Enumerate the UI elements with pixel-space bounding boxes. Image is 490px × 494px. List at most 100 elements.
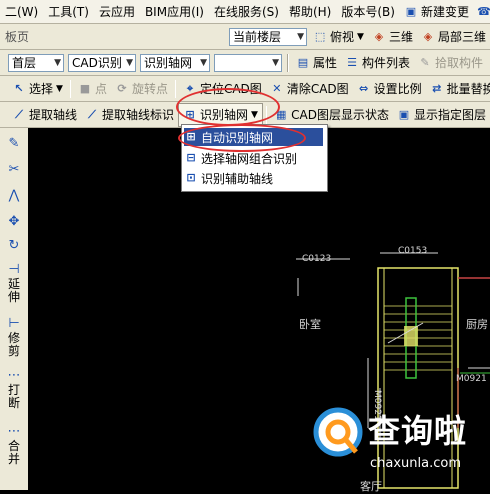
annotation-oval [176, 88, 280, 126]
menu-item-label: 识别辅助轴线 [201, 171, 274, 186]
merge-button[interactable]: 合并 [7, 440, 21, 466]
menu-item-cloud[interactable]: 云应用 [94, 1, 140, 23]
new-change-icon: ▣ [405, 4, 417, 18]
set-scale-button[interactable]: ⇔ 设置比例 [353, 78, 426, 100]
chevron-down-icon: ▼ [272, 57, 279, 68]
toolbar-separator [174, 79, 176, 98]
top-view-button[interactable]: ⬚ 俯视 ▼ [309, 26, 368, 48]
trim-button[interactable]: 修剪 [7, 332, 21, 358]
chevron-down-icon: ▼ [56, 83, 63, 94]
move-icon[interactable]: ✥ [4, 214, 24, 229]
aux-axis-icon: ⊡ [186, 171, 196, 184]
cad-icon: ▣ [398, 107, 410, 121]
break-button[interactable]: 打断 [7, 384, 21, 410]
toolbar-row-1: 板页 当前楼层 ▼ ⬚ 俯视 ▼ ◈ 三维 ◈ 局部三维 [0, 24, 490, 50]
menu-item-label: 选择轴网组合识别 [201, 151, 298, 166]
menu-item-help[interactable]: 帮助(H) [284, 1, 336, 23]
grid-mode-value: 识别轴网 [144, 56, 193, 70]
show-layer-button[interactable]: ▣ 显示指定图层 [393, 104, 490, 126]
grid-mode-combo[interactable]: 识别轴网 ▼ [140, 53, 210, 72]
room-label-living: 客厅 [360, 480, 382, 493]
cursor-icon: ↖ [14, 81, 24, 95]
floor-combo[interactable]: 首层 ▼ [8, 53, 64, 72]
menu-item-tools[interactable]: 工具(T) [43, 1, 94, 23]
show-layer-label: 显示指定图层 [413, 108, 486, 122]
menu-item-online-service[interactable]: 在线服务(S) [209, 1, 284, 23]
watermark-brand: 查询啦 [368, 412, 468, 450]
batch-replace-button[interactable]: ⇄ 批量替换 [426, 78, 490, 100]
component-list-button[interactable]: ☰ 构件列表 [341, 52, 414, 74]
pen-icon[interactable]: ✎ [4, 136, 24, 151]
left-toolbar: ✎ ✂ ⋀ ✥ ↻ ⊣ 延伸 ⊢ 修剪 ⋯ 打断 ⋯ 合并 [0, 128, 29, 490]
chevron-down-icon: ▼ [297, 31, 305, 42]
grid-select-icon: ⊟ [186, 151, 196, 164]
mirror-icon[interactable]: ⋀ [4, 188, 24, 203]
menu-bar: 二(W) 工具(T) 云应用 BIM应用(I) 在线服务(S) 帮助(H) 版本… [0, 0, 490, 24]
properties-button[interactable]: ▤ 属性 [292, 52, 341, 74]
select-button[interactable]: ↖ 选择 ▼ [8, 78, 67, 100]
menu-item-window[interactable]: 二(W) [0, 1, 43, 23]
extract-axis-label: 提取轴线 [29, 108, 78, 122]
chevron-down-icon: ▼ [126, 57, 133, 68]
extract-axis-icon: ⟋ [15, 107, 23, 121]
properties-label: 属性 [313, 56, 338, 70]
point-button[interactable]: ■ 点 [74, 78, 111, 100]
menu-item-identify-aux-axis[interactable]: ⊡ 识别辅助轴线 [184, 169, 323, 187]
three-d-button[interactable]: ◈ 三维 [368, 26, 417, 48]
properties-icon: ▤ [297, 55, 309, 69]
merge-icon: ⋯ [7, 424, 21, 439]
window-tag: C0153 [398, 246, 428, 256]
rotate-point-label: 旋转点 [131, 82, 168, 96]
extract-axis-label-label: 提取轴线标识 [102, 108, 175, 122]
layer-display-label: CAD图层显示状态 [291, 108, 389, 122]
scale-icon: ⇔ [359, 81, 369, 95]
point-label: 点 [94, 82, 107, 96]
local-3d-icon: ◈ [423, 29, 433, 43]
contact-icon: ☎ [477, 4, 490, 18]
scissors-icon[interactable]: ✂ [4, 162, 24, 177]
rotate-icon[interactable]: ↻ [4, 238, 24, 253]
component-combo[interactable]: ▼ [214, 53, 282, 72]
chevron-down-icon: ▼ [357, 31, 364, 42]
floor-value: 首层 [12, 56, 37, 70]
clear-icon: ✕ [272, 81, 282, 95]
local-3d-button[interactable]: ◈ 局部三维 [417, 26, 490, 48]
menu-item-bim[interactable]: BIM应用(I) [140, 1, 209, 23]
new-change-button[interactable]: ▣ 新建变更 [400, 1, 473, 23]
select-label: 选择 [29, 82, 54, 96]
rotate-point-button[interactable]: ⟳ 旋转点 [111, 78, 172, 100]
cad-mode-combo[interactable]: CAD识别 ▼ [68, 53, 136, 72]
current-floor-value: 当前楼层 [233, 30, 282, 44]
window-tag: C0123 [302, 254, 332, 264]
local-3d-label: 局部三维 [437, 30, 486, 44]
extend-icon: ⊣ [8, 262, 20, 277]
chevron-down-icon: ▼ [54, 57, 61, 68]
watermark: 查询啦 chaxunla.com [308, 400, 478, 480]
toolbar-separator [69, 79, 71, 98]
toolbar-separator [287, 53, 289, 72]
list-icon: ☰ [347, 55, 357, 69]
component-list-label: 构件列表 [362, 56, 411, 70]
set-scale-label: 设置比例 [373, 82, 422, 96]
point-icon: ■ [79, 81, 91, 95]
clear-cad-button[interactable]: ✕ 清除CAD图 [266, 78, 353, 100]
panel-tab-label[interactable]: 板页 [0, 26, 34, 48]
extend-button[interactable]: 延伸 [7, 278, 21, 304]
new-change-label: 新建变更 [420, 5, 469, 19]
layer-display-button[interactable]: ▦ CAD图层显示状态 [270, 104, 393, 126]
replace-icon: ⇄ [432, 81, 442, 95]
extract-label-icon: ⟋ [88, 107, 96, 121]
current-floor-combo[interactable]: 当前楼层 ▼ [229, 27, 308, 46]
pick-icon: ✎ [420, 55, 430, 69]
menu-item-version[interactable]: 版本号(B) [336, 1, 400, 23]
watermark-url: chaxunla.com [370, 456, 461, 471]
cad-mode-value: CAD识别 [72, 56, 122, 70]
rotate-icon: ⟳ [117, 81, 127, 95]
extract-axis-button[interactable]: ⟋ 提取轴线 [8, 104, 81, 126]
annotation-oval [178, 124, 306, 152]
contact-button[interactable]: ☎ 联系 [473, 1, 490, 23]
pick-component-button[interactable]: ✎ 拾取构件 [414, 52, 487, 74]
toolbar-row-2: 首层 ▼ CAD识别 ▼ 识别轴网 ▼ ▼ ▤ 属性 ☰ 构件列表 ✎ 拾取构件 [0, 50, 490, 76]
extract-axis-label-button[interactable]: ⟋ 提取轴线标识 [81, 104, 178, 126]
pick-component-label: 拾取构件 [435, 56, 484, 70]
